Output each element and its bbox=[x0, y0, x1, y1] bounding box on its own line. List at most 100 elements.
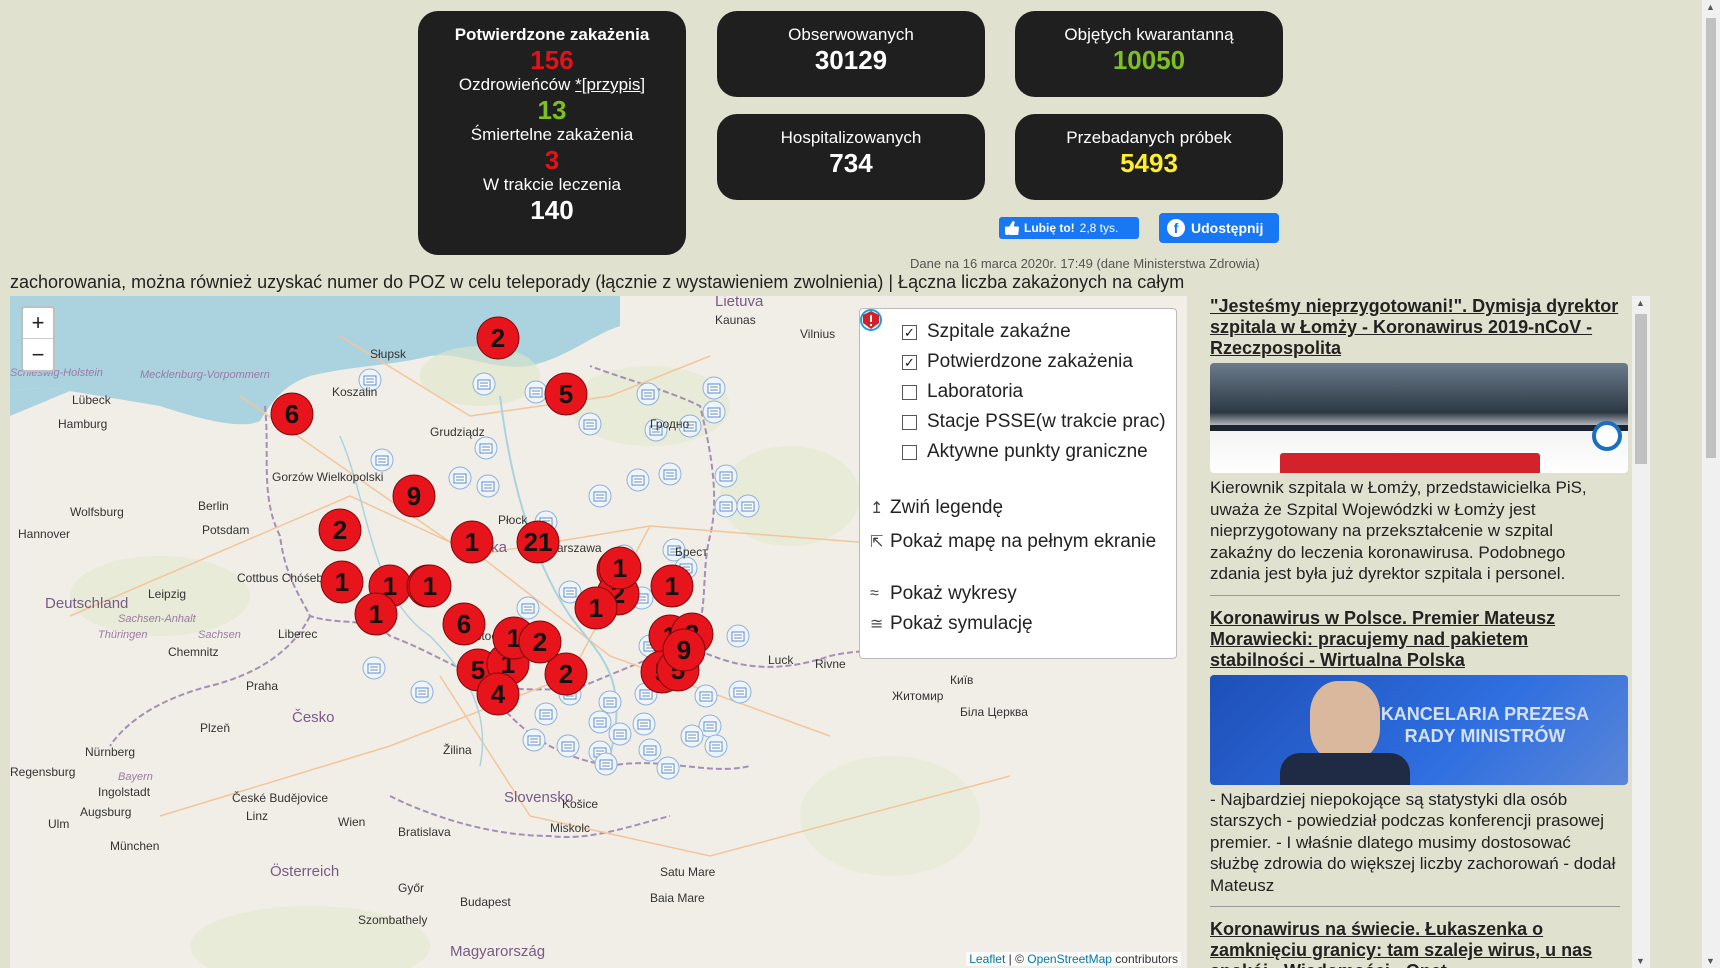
attribution-sep: | © bbox=[1005, 952, 1028, 966]
facebook-share-button[interactable]: f Udostępnij bbox=[1159, 213, 1279, 243]
case-marker[interactable]: 1 bbox=[354, 592, 398, 636]
case-marker[interactable]: 1 bbox=[574, 586, 618, 630]
case-marker[interactable]: 2 bbox=[518, 620, 562, 664]
zoom-in-button[interactable]: + bbox=[23, 308, 53, 339]
hospital-marker-icon[interactable] bbox=[736, 494, 760, 518]
legend-checkbox[interactable] bbox=[902, 414, 917, 430]
map-place-label: České Budějovice bbox=[232, 790, 328, 805]
case-marker[interactable]: 1 bbox=[450, 520, 494, 564]
legend-checkbox[interactable] bbox=[902, 384, 917, 400]
case-marker[interactable]: 1 bbox=[408, 564, 452, 608]
hospital-marker-icon[interactable] bbox=[714, 464, 738, 488]
leaflet-link[interactable]: Leaflet bbox=[969, 952, 1005, 966]
news-text: - Najbardziej niepokojące są statystyki … bbox=[1210, 789, 1620, 907]
confirmed-label: Potwierdzone zakażenia bbox=[454, 25, 650, 44]
case-marker[interactable]: 1 bbox=[650, 564, 694, 608]
simulation-icon: ≅ bbox=[870, 616, 884, 633]
show-charts-link[interactable]: ≈ Pokaż wykresy bbox=[870, 579, 1166, 609]
hospital-marker-icon[interactable] bbox=[362, 656, 386, 680]
legend-item-hospitals[interactable]: ✓ Szpitale zakaźne bbox=[860, 309, 1166, 347]
map-place-label: Leipzig bbox=[148, 587, 186, 601]
hospital-marker-icon[interactable] bbox=[702, 400, 726, 424]
news-scrollbar[interactable]: ▲ ▼ bbox=[1632, 296, 1650, 968]
hospital-marker-icon[interactable] bbox=[448, 466, 472, 490]
case-marker[interactable]: 4 bbox=[476, 672, 520, 716]
news-title-link[interactable]: "Jesteśmy nieprzygotowani!". Dymisja dyr… bbox=[1210, 296, 1620, 359]
hospital-marker-icon[interactable] bbox=[656, 756, 680, 780]
case-marker[interactable]: 9 bbox=[662, 628, 706, 672]
news-title-link[interactable]: Koronawirus na świecie. Łukaszenka o zam… bbox=[1210, 919, 1620, 968]
hospital-marker-icon[interactable] bbox=[594, 752, 618, 776]
legend-checkbox[interactable]: ✓ bbox=[902, 354, 917, 370]
hospital-marker-icon[interactable] bbox=[728, 680, 752, 704]
news-image-premier[interactable]: KANCELARIA PREZESA RADY MINISTRÓW bbox=[1210, 674, 1628, 785]
legend-checkbox[interactable] bbox=[902, 444, 917, 460]
case-marker[interactable]: 2 bbox=[476, 316, 520, 360]
legend-item-psse[interactable]: S Stacje PSSE(w trakcie prac) bbox=[860, 309, 1166, 437]
hospital-marker-icon[interactable] bbox=[556, 734, 580, 758]
case-marker[interactable]: 2 bbox=[318, 508, 362, 552]
hospital-marker-icon[interactable] bbox=[410, 680, 434, 704]
fullscreen-link[interactable]: ⇱ Pokaż mapę na pełnym ekranie bbox=[870, 527, 1166, 557]
case-marker[interactable]: 5 bbox=[544, 372, 588, 416]
hospital-marker-icon[interactable] bbox=[588, 710, 612, 734]
hospital-marker-icon[interactable] bbox=[714, 494, 738, 518]
hospital-marker-icon[interactable] bbox=[658, 462, 682, 486]
scroll-thumb[interactable] bbox=[1635, 314, 1647, 464]
facebook-like-button[interactable]: Lubię to! 2,8 tys. bbox=[999, 217, 1139, 239]
show-simulation-link[interactable]: ≅ Pokaż symulację bbox=[870, 609, 1166, 639]
legend-item-border[interactable]: Aktywne punkty graniczne bbox=[863, 311, 1166, 467]
hospital-marker-icon[interactable] bbox=[534, 702, 558, 726]
hospital-marker-icon[interactable] bbox=[516, 596, 540, 620]
hospital-marker-icon[interactable] bbox=[474, 436, 498, 460]
case-marker[interactable]: 1 bbox=[598, 546, 642, 590]
treatment-label: W trakcie leczenia bbox=[483, 175, 621, 194]
legend-label: Aktywne punkty graniczne bbox=[927, 441, 1148, 462]
news-title-link[interactable]: Koronawirus w Polsce. Premier Mateusz Mo… bbox=[1210, 608, 1620, 671]
legend-item-confirmed[interactable]: ✓ Potwierdzone zakażenia bbox=[861, 310, 1166, 377]
case-marker[interactable]: 9 bbox=[392, 474, 436, 518]
hospital-marker-icon[interactable] bbox=[704, 734, 728, 758]
zoom-out-button[interactable]: − bbox=[23, 339, 53, 370]
map-place-label: München bbox=[110, 839, 159, 853]
hospital-marker-icon[interactable] bbox=[632, 712, 656, 736]
stats-card-main: Potwierdzone zakażenia 156 Ozdrowieńców … bbox=[418, 11, 686, 255]
hospital-marker-icon[interactable] bbox=[522, 728, 546, 752]
case-marker[interactable]: 21 bbox=[516, 520, 560, 564]
case-marker[interactable]: 6 bbox=[442, 602, 486, 646]
hospital-marker-icon[interactable] bbox=[476, 474, 500, 498]
scroll-down-icon[interactable]: ▼ bbox=[1636, 956, 1645, 966]
collapse-legend-link[interactable]: ↥ Zwiń legendę bbox=[870, 493, 1166, 523]
fullscreen-icon: ⇱ bbox=[870, 534, 884, 551]
page-scroll-up-icon[interactable]: ▲ bbox=[1706, 2, 1715, 12]
footnote-link[interactable]: *[przypis] bbox=[575, 75, 645, 94]
hospital-marker-icon[interactable] bbox=[680, 724, 704, 748]
hospital-marker-icon[interactable] bbox=[588, 484, 612, 508]
hospital-marker-icon[interactable] bbox=[636, 382, 660, 406]
map[interactable]: Lietuva Kaunas Vilnius Słupsk Koszalin Schles… bbox=[10, 296, 1187, 968]
osm-link[interactable]: OpenStreetMap bbox=[1027, 952, 1112, 966]
hospital-marker-icon[interactable] bbox=[370, 448, 394, 472]
hospital-marker-icon[interactable] bbox=[638, 738, 662, 762]
map-place-label: Liberec bbox=[278, 627, 317, 641]
hospital-marker-icon[interactable] bbox=[702, 376, 726, 400]
hospital-marker-icon[interactable] bbox=[626, 468, 650, 492]
hospital-marker-icon[interactable] bbox=[598, 690, 622, 714]
hospital-marker-icon[interactable] bbox=[694, 684, 718, 708]
news-image-ambulance[interactable] bbox=[1210, 363, 1628, 473]
share-label: Udostępnij bbox=[1191, 220, 1264, 236]
case-marker[interactable]: 1 bbox=[320, 560, 364, 604]
scroll-up-icon[interactable]: ▲ bbox=[1636, 298, 1645, 308]
hospital-marker-icon[interactable] bbox=[726, 624, 750, 648]
legend-item-labs[interactable]: Laboratoria bbox=[860, 309, 1166, 407]
page-scrollbar[interactable]: ▲ ▼ bbox=[1702, 0, 1720, 968]
hospital-marker-icon[interactable] bbox=[578, 412, 602, 436]
page-scroll-thumb[interactable] bbox=[1706, 18, 1716, 458]
hospital-marker-icon[interactable] bbox=[472, 372, 496, 396]
data-date: Dane na 16 marca 2020r. 17:49 (dane Mini… bbox=[910, 256, 1260, 271]
hospital-marker-icon[interactable] bbox=[524, 380, 548, 404]
page-scroll-down-icon[interactable]: ▼ bbox=[1706, 956, 1715, 966]
case-marker[interactable]: 6 bbox=[270, 392, 314, 436]
legend-checkbox[interactable]: ✓ bbox=[902, 324, 917, 340]
hospital-marker-icon[interactable] bbox=[608, 722, 632, 746]
